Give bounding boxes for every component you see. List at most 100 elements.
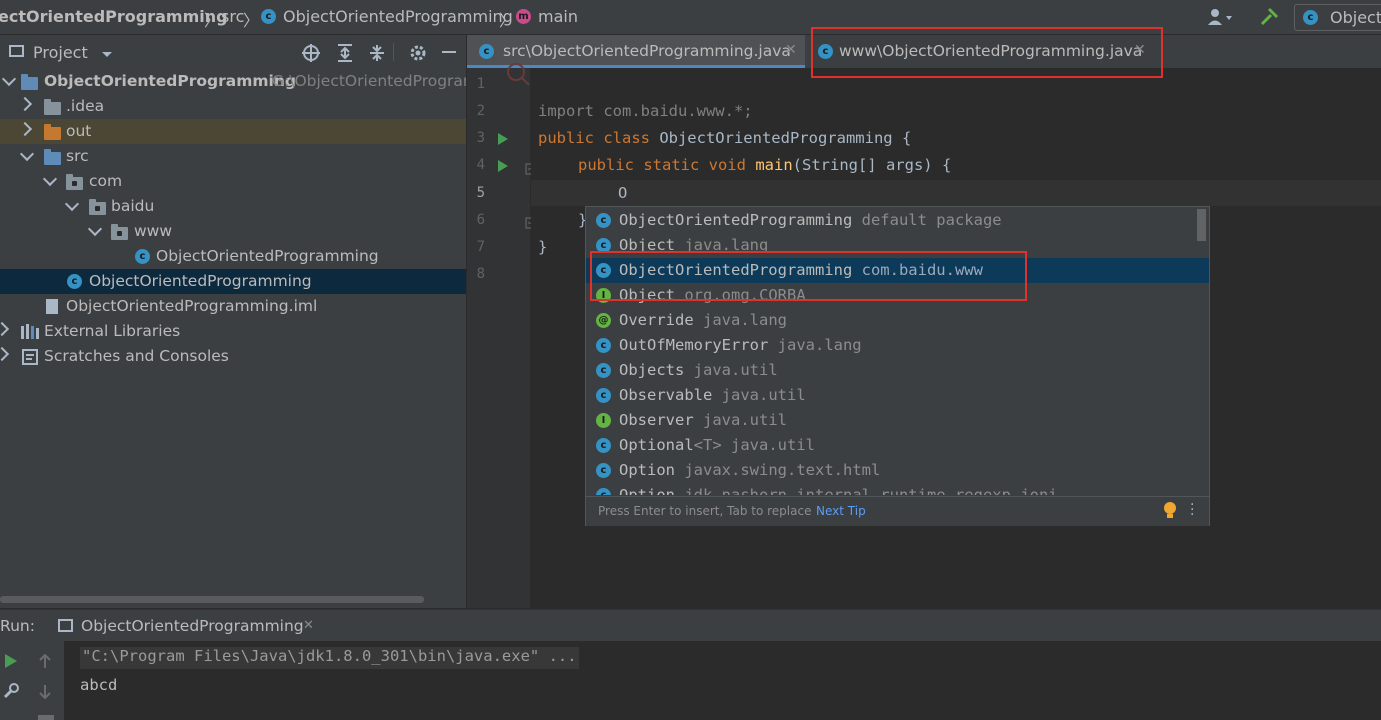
locate-icon[interactable] [301, 43, 321, 67]
tree-item-project-root[interactable]: ObjectOrientedProgramming G:\ObjectOrien… [0, 69, 466, 94]
tree-item-label: com [89, 172, 123, 190]
code-line-7: } [538, 238, 548, 256]
tree-item-com[interactable]: com [0, 169, 466, 194]
arrow-up-icon[interactable] [38, 653, 52, 673]
chevron-right-icon[interactable] [17, 121, 33, 137]
wrench-icon[interactable] [3, 683, 19, 703]
build-hammer-icon[interactable] [1258, 6, 1280, 32]
completion-text: Option jdk.nashorn.internal.runtime.rege… [619, 486, 1058, 495]
navigation-bar: ectOrientedProgramming 〉 src 〉 c ObjectO… [0, 0, 1381, 35]
chevron-down-icon[interactable] [101, 45, 113, 63]
code-line-5: O [618, 184, 628, 202]
code-line-2: import com.baidu.www.*; [538, 102, 753, 120]
completion-name: Option [619, 461, 675, 479]
completion-item[interactable]: c Option javax.swing.text.html [586, 458, 1209, 483]
tree-item-www-class[interactable]: c ObjectOrientedProgramming [0, 244, 466, 269]
rerun-icon[interactable] [4, 653, 18, 673]
breadcrumb-project[interactable]: ectOrientedProgramming [0, 7, 228, 26]
completion-package: javax.swing.text.html [684, 461, 881, 479]
run-tab-label[interactable]: ObjectOrientedProgramming [81, 617, 304, 635]
console-command-line: "C:\Program Files\Java\jdk1.8.0_301\bin\… [80, 647, 579, 669]
completion-item[interactable]: c Optional<T> java.util [586, 433, 1209, 458]
completion-text: Objects java.util [619, 361, 778, 379]
tree-item-out[interactable]: out [0, 119, 466, 144]
console-output[interactable]: "C:\Program Files\Java\jdk1.8.0_301\bin\… [64, 641, 1381, 720]
run-gutter-icon[interactable] [497, 132, 509, 150]
tree-item-label: ObjectOrientedProgramming.iml [66, 297, 318, 315]
tree-item-label: ObjectOrientedProgramming [44, 72, 296, 90]
tree-item-idea[interactable]: .idea [0, 94, 466, 119]
tree-item-baidu[interactable]: baidu [0, 194, 466, 219]
tree-item-external-libraries[interactable]: External Libraries [0, 319, 466, 344]
completion-item[interactable]: @ Override java.lang [586, 308, 1209, 333]
scratches-icon [22, 349, 38, 369]
collapse-all-icon[interactable] [367, 43, 387, 67]
tree-item-label: www [134, 222, 173, 240]
scroll-end-icon[interactable] [38, 715, 54, 720]
completion-name: Option [619, 486, 675, 495]
completion-item[interactable]: c ObjectOrientedProgramming default pack… [586, 208, 1209, 233]
minimize-icon[interactable] [442, 51, 456, 53]
tree-item-label: src [66, 147, 89, 165]
completion-package: java.util [703, 411, 787, 429]
annotation-icon: @ [596, 313, 611, 328]
chevron-down-icon[interactable] [19, 146, 35, 162]
popup-scrollbar[interactable] [1197, 209, 1206, 241]
project-panel-header: Project [0, 35, 466, 68]
breadcrumb-separator: 〉 [204, 11, 221, 30]
tree-item-www[interactable]: www [0, 219, 466, 244]
lightbulb-icon[interactable] [1163, 502, 1177, 524]
expand-all-icon[interactable] [335, 43, 355, 67]
tree-item-src-class[interactable]: c ObjectOrientedProgramming [0, 269, 466, 294]
arrow-down-icon[interactable] [38, 684, 52, 704]
chevron-right-icon[interactable] [0, 346, 10, 362]
completion-package: java.util [721, 386, 806, 404]
chevron-right-icon[interactable] [0, 321, 10, 337]
class-icon: c [596, 213, 611, 228]
breadcrumb-class[interactable]: ObjectOrientedProgramming [283, 7, 513, 26]
user-icon[interactable] [1207, 8, 1232, 25]
tree-item-label: ObjectOrientedProgramming [156, 247, 379, 265]
completion-name: Objects [619, 361, 685, 379]
chevron-down-icon[interactable] [64, 196, 80, 212]
chevron-down-icon[interactable] [42, 171, 58, 187]
run-config-selector[interactable]: c Object [1294, 4, 1381, 31]
close-icon[interactable]: ✕ [303, 618, 314, 633]
editor-gutter: 1 2 3 4 5 6 7 8 [467, 68, 537, 608]
completion-name: ObjectOrientedProgramming [619, 211, 853, 229]
tree-item-iml[interactable]: ObjectOrientedProgramming.iml [0, 294, 466, 319]
tree-item-scratches[interactable]: Scratches and Consoles [0, 344, 466, 369]
code-line-4: public static void main(String[] args) { [578, 156, 951, 174]
folder-icon [44, 124, 61, 140]
gear-icon[interactable] [408, 43, 428, 67]
method-icon: m [516, 9, 531, 24]
completion-item[interactable]: c Option jdk.nashorn.internal.runtime.re… [586, 483, 1209, 495]
completion-item[interactable]: c Observable java.util [586, 383, 1209, 408]
keyword: public class [538, 129, 650, 147]
tree-item-label: ObjectOrientedProgramming [89, 272, 312, 290]
line-number: 7 [476, 239, 485, 255]
completion-item[interactable]: I Observer java.util [586, 408, 1209, 433]
package-icon [111, 224, 128, 240]
completion-item[interactable]: c OutOfMemoryError java.lang [586, 333, 1209, 358]
breadcrumb-src[interactable]: src [221, 7, 244, 26]
breadcrumb-separator: 〉 [243, 11, 260, 30]
chevron-down-icon[interactable] [87, 221, 103, 237]
more-options-icon[interactable]: · · · [1190, 498, 1194, 522]
tree-item-src[interactable]: src [0, 144, 466, 169]
chevron-down-icon[interactable] [1, 71, 17, 87]
next-tip-link[interactable]: Next Tip [816, 504, 866, 518]
breadcrumb-method[interactable]: main [538, 7, 578, 26]
horizontal-scrollbar[interactable] [0, 596, 424, 603]
completion-item[interactable]: c Objects java.util [586, 358, 1209, 383]
tree-item-label: out [66, 122, 92, 140]
source-folder-icon [44, 149, 61, 165]
run-gutter-icon[interactable] [497, 159, 509, 177]
close-icon[interactable]: ✕ [785, 42, 797, 58]
class-icon: c [596, 488, 611, 495]
chevron-right-icon[interactable] [17, 96, 33, 112]
class-icon: c [1303, 10, 1318, 25]
line-number: 1 [476, 76, 485, 92]
completion-package: java.lang [703, 311, 787, 329]
project-panel-title[interactable]: Project [33, 43, 88, 62]
